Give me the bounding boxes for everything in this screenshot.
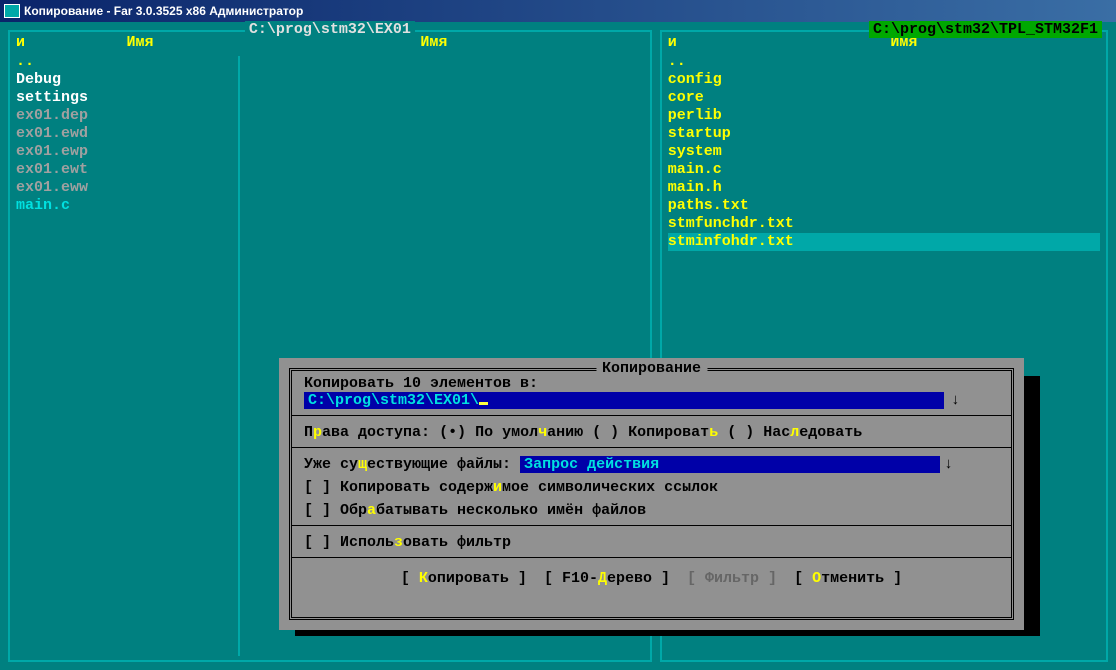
radio-copy[interactable]: ( ) Копировать [592,424,727,441]
right-header-col1: и [668,34,708,51]
file-row[interactable]: ex01.ewp [16,143,644,161]
left-header-col1: и [16,34,56,51]
filter-button[interactable]: [ Фильтр ] [683,570,781,587]
file-row[interactable]: system [668,143,1100,161]
radio-inherit[interactable]: ( ) Наследовать [727,424,862,441]
file-row[interactable]: main.c [16,197,644,215]
chevron-down-icon[interactable]: ↓ [944,456,953,473]
copy-prompt: Копировать 10 элементов в: [304,375,999,392]
access-rights-row: Права доступа: (•) По умолчанию ( ) Копи… [292,420,1011,443]
checkbox-filter[interactable]: [ ] Использовать фильтр [292,530,1011,553]
file-row[interactable]: Debug [16,71,644,89]
text-cursor [479,402,488,405]
file-row[interactable]: main.c [668,161,1100,179]
existing-files-label: Уже существующие файлы: [304,456,520,473]
file-row[interactable]: core [668,89,1100,107]
tree-button[interactable]: [ F10-Дерево ] [540,570,674,587]
file-row[interactable]: settings [16,89,644,107]
file-row[interactable]: .. [16,53,644,71]
file-row[interactable]: perlib [668,107,1100,125]
left-header-col2: Имя [56,34,224,51]
file-row[interactable]: config [668,71,1100,89]
destination-input[interactable]: C:\prog\stm32\EX01\ ↓ [304,392,944,409]
file-row[interactable]: paths.txt [668,197,1100,215]
right-panel-path[interactable]: C:\prog\stm32\TPL_STM32F1 [869,21,1102,38]
workspace: C:\prog\stm32\EX01 и Имя Имя ..Debugsett… [0,22,1116,670]
file-row[interactable]: startup [668,125,1100,143]
file-row[interactable]: stminfohdr.txt [668,233,1100,251]
file-row[interactable]: main.h [668,179,1100,197]
checkbox-symlinks[interactable]: [ ] Копировать содержимое символических … [292,475,1011,498]
copy-dialog[interactable]: Копирование Копировать 10 элементов в: C… [279,358,1024,630]
app-icon [4,4,20,18]
titlebar[interactable]: Копирование - Far 3.0.3525 x86 Администр… [0,0,1116,22]
file-row[interactable]: ex01.eww [16,179,644,197]
file-row[interactable]: stmfunchdr.txt [668,215,1100,233]
chevron-down-icon[interactable]: ↓ [951,392,960,409]
file-row[interactable]: ex01.dep [16,107,644,125]
cancel-button[interactable]: [ Отменить ] [790,570,906,587]
right-file-list[interactable]: ..configcoreperlibstartupsystemmain.cmai… [662,53,1106,251]
titlebar-text: Копирование - Far 3.0.3525 x86 Администр… [24,4,303,18]
dialog-title: Копирование [596,360,707,377]
left-panel-separator [238,56,240,656]
file-row[interactable]: .. [668,53,1100,71]
copy-button[interactable]: [ Копировать ] [397,570,531,587]
existing-files-select[interactable]: Запрос действия [520,456,940,473]
checkbox-multiname[interactable]: [ ] Обрабатывать несколько имён файлов [292,498,1011,521]
file-row[interactable]: ex01.ewt [16,161,644,179]
left-file-list[interactable]: ..Debugsettingsex01.depex01.ewdex01.ewpe… [10,53,650,215]
file-row[interactable]: ex01.ewd [16,125,644,143]
left-panel-path[interactable]: C:\prog\stm32\EX01 [245,21,415,38]
radio-default[interactable]: (•) По умолчанию [439,424,592,441]
